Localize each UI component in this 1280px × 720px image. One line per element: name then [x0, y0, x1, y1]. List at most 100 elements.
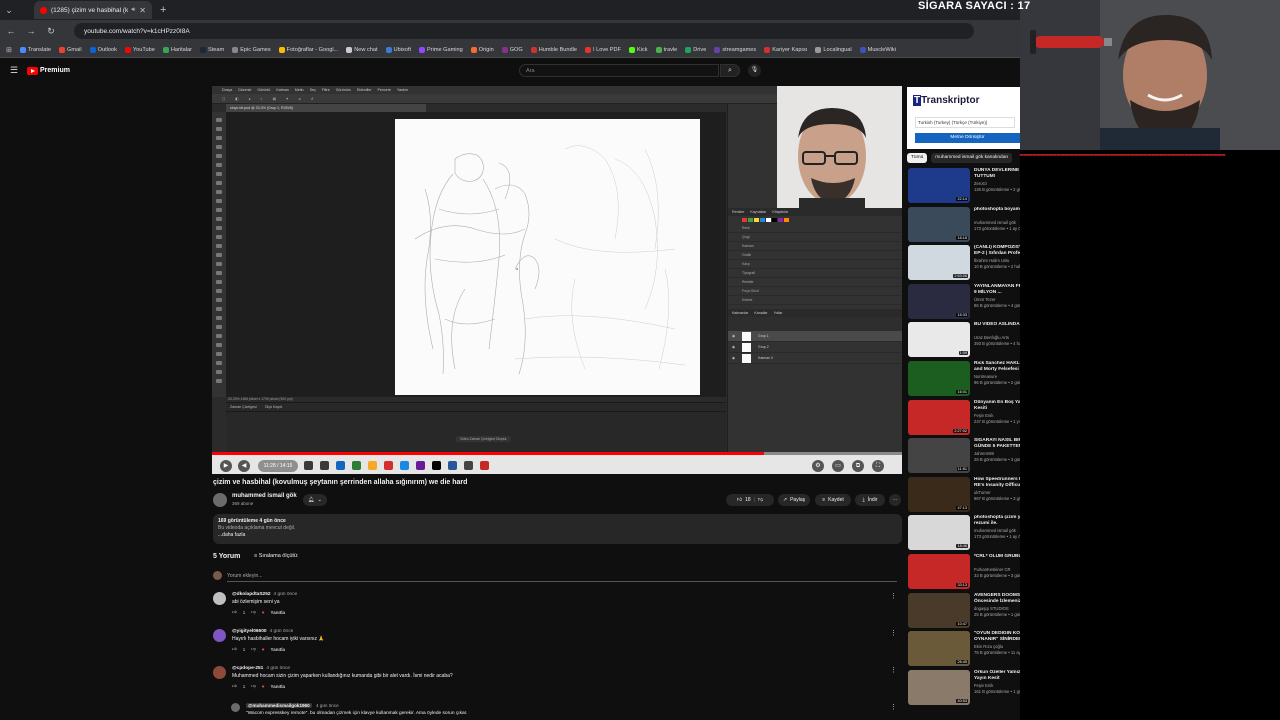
video-thumbnail[interactable]: 15:33: [908, 283, 970, 319]
bookmark-item[interactable]: Localingual: [815, 46, 852, 53]
bookmark-item[interactable]: MuscleWiki: [859, 46, 896, 53]
comment-like-icon[interactable]: 👍︎: [232, 609, 237, 615]
comment-avatar[interactable]: [213, 629, 226, 642]
reply-more-icon[interactable]: ⋮: [890, 703, 897, 711]
play-pause-icon[interactable]: ▶: [220, 460, 232, 472]
theater-mode-icon[interactable]: ▭: [832, 460, 844, 472]
comment-reply-button[interactable]: Yanıtla: [270, 610, 285, 615]
close-tab-icon[interactable]: ✕: [139, 6, 146, 15]
video-player[interactable]: Dosya Düzenle Görüntü Katman Metin Seç Filtre G…: [212, 86, 902, 474]
filter-chip[interactable]: muhammed ismail gök kanalından: [931, 153, 1013, 163]
transkriptor-ad[interactable]: TTranskriptor Turkish (Turkey) (Türkçe (…: [907, 87, 1020, 149]
new-tab-button[interactable]: +: [160, 4, 166, 16]
bookmark-item[interactable]: Humble Bundle: [530, 46, 577, 53]
apps-icon[interactable]: ⊞: [6, 46, 12, 54]
add-comment-input[interactable]: Yorum ekleyin...: [227, 573, 897, 582]
notification-bell-button[interactable]: 🔔︎ ⌄: [303, 494, 327, 506]
bookmark-item[interactable]: travle: [655, 46, 677, 53]
video-thumbnail[interactable]: 26:45: [908, 631, 970, 667]
video-thumbnail[interactable]: 16:01: [908, 361, 970, 396]
settings-gear-icon[interactable]: ⚙: [812, 460, 824, 472]
back-icon[interactable]: ←: [6, 26, 16, 36]
save-button[interactable]: ≡ Kaydet: [815, 494, 851, 506]
bookmark-item[interactable]: Epic Games: [232, 46, 271, 53]
ad-convert-button[interactable]: Metne Dönüştür: [915, 133, 1020, 143]
bookmark-item[interactable]: Haritalar: [162, 46, 192, 53]
microphone-icon[interactable]: 🎙︎: [748, 64, 761, 77]
video-thumbnail[interactable]: 2:53:06: [908, 245, 970, 281]
bookmark-item[interactable]: Kariyer Kapısı: [764, 46, 807, 53]
comment-dislike-icon[interactable]: 👎︎: [251, 646, 256, 652]
hamburger-menu-icon[interactable]: ☰: [10, 65, 18, 76]
mute-icon[interactable]: 🔊︎: [132, 7, 136, 14]
bookmark-item[interactable]: Outlook: [89, 46, 117, 53]
bookmark-item[interactable]: New chat: [346, 46, 378, 53]
download-button[interactable]: ⤓ İndir: [855, 494, 885, 506]
bookmark-item[interactable]: Fotoğraflar - Googl...: [278, 46, 338, 53]
volume-icon[interactable]: ◀︎: [238, 460, 250, 472]
bookmark-item[interactable]: Translate: [19, 46, 51, 53]
reload-icon[interactable]: ↻: [46, 26, 56, 37]
bookmark-item[interactable]: streamgames: [714, 46, 756, 53]
more-actions-button[interactable]: ⋯: [889, 494, 901, 506]
bookmark-item[interactable]: YouTube: [124, 46, 155, 53]
video-thumbnail[interactable]: 1:09: [908, 322, 970, 358]
channel-name[interactable]: muhammed ismail gök: [232, 493, 297, 499]
thumbs-down-icon[interactable]: 👎︎: [758, 497, 763, 503]
comment-author[interactable]: @yigityel06600 4 gün önce: [232, 629, 293, 634]
fullscreen-icon[interactable]: ⛶: [872, 460, 884, 472]
search-input[interactable]: Ara: [519, 64, 719, 77]
create-timeline-button[interactable]: Video Zaman Çizelgesi Oluştur: [456, 436, 511, 442]
video-thumbnail[interactable]: 22:14: [908, 168, 970, 203]
video-thumbnail[interactable]: 11:51: [908, 438, 970, 474]
sort-comments-button[interactable]: ≡ Sıralama ölçütü:: [254, 553, 299, 559]
description-box[interactable]: 169 görüntüleme 4 gün önce Bu videoda aç…: [213, 514, 902, 544]
video-thumbnail[interactable]: 18:46: [908, 515, 970, 551]
video-progress-bar[interactable]: [212, 452, 902, 455]
video-thumbnail[interactable]: 47:13: [908, 476, 970, 512]
miniplayer-icon[interactable]: ⧉: [852, 460, 864, 472]
comment-more-icon[interactable]: ⋮: [890, 629, 897, 637]
comment-more-icon[interactable]: ⋮: [890, 592, 897, 600]
channel-avatar[interactable]: [213, 493, 227, 507]
comment-avatar[interactable]: [213, 592, 226, 605]
video-thumbnail[interactable]: 16:18: [908, 206, 970, 242]
tab-list-icon[interactable]: ⌄: [4, 5, 14, 16]
video-thumbnail[interactable]: 2:27:02: [908, 399, 970, 435]
comment-like-icon[interactable]: 👍︎: [232, 683, 237, 689]
comment-more-icon[interactable]: ⋮: [890, 666, 897, 674]
bookmark-item[interactable]: I Love PDF: [585, 46, 621, 53]
search-icon[interactable]: ⌕: [720, 64, 740, 77]
comment-dislike-icon[interactable]: 👎︎: [251, 609, 256, 615]
bookmark-item[interactable]: Drive: [685, 46, 706, 53]
reply-avatar[interactable]: [231, 703, 240, 712]
bookmark-item[interactable]: Origin: [470, 46, 494, 53]
bookmark-item[interactable]: Gmail: [59, 46, 82, 53]
comment-author[interactable]: @cpdope-251 4 gün önce: [232, 666, 290, 671]
comment-reply-button[interactable]: Yanıtla: [270, 684, 285, 689]
description-more-link[interactable]: ...daha fazla: [218, 532, 897, 538]
like-dislike-button[interactable]: 👍︎ 18 | 👎︎: [726, 494, 774, 506]
bookmark-item[interactable]: Steam: [200, 46, 224, 53]
bookmark-item[interactable]: Prime Gaming: [419, 46, 463, 53]
comment-avatar[interactable]: [213, 666, 226, 679]
share-button[interactable]: ↗ Paylaş: [778, 494, 810, 506]
filter-chip[interactable]: Tümü: [907, 153, 928, 163]
youtube-logo-icon[interactable]: [27, 67, 38, 75]
video-thumbnail[interactable]: 10:47: [908, 592, 970, 628]
comment-like-icon[interactable]: 👍︎: [232, 646, 237, 652]
bookmark-item[interactable]: Kick: [628, 46, 648, 53]
comment-reply-button[interactable]: Yanıtla: [270, 647, 285, 652]
url-input[interactable]: youtube.com/watch?v=k1cHPzz0I8A: [74, 23, 974, 39]
thumbs-up-icon[interactable]: 👍︎: [737, 497, 742, 503]
reply-user[interactable]: @muhammedismailgok1960: [246, 703, 312, 708]
comment-dislike-icon[interactable]: 👎︎: [251, 683, 256, 689]
forward-icon[interactable]: →: [26, 26, 36, 36]
bookmark-item[interactable]: Ubisoft: [385, 46, 411, 53]
video-thumbnail[interactable]: 40:53: [908, 669, 970, 705]
video-thumbnail[interactable]: 33:13: [908, 554, 970, 589]
ad-language-select[interactable]: Turkish (Turkey) (Türkçe (Türkiye)): [915, 117, 1015, 128]
comment-author[interactable]: @dkolapdtaS252 4 gün önce: [232, 592, 297, 597]
bookmark-item[interactable]: GOG: [501, 46, 523, 53]
browser-tab-active[interactable]: (1285) çizim ve hasbihal (k... 🔊︎ ✕: [34, 1, 152, 19]
